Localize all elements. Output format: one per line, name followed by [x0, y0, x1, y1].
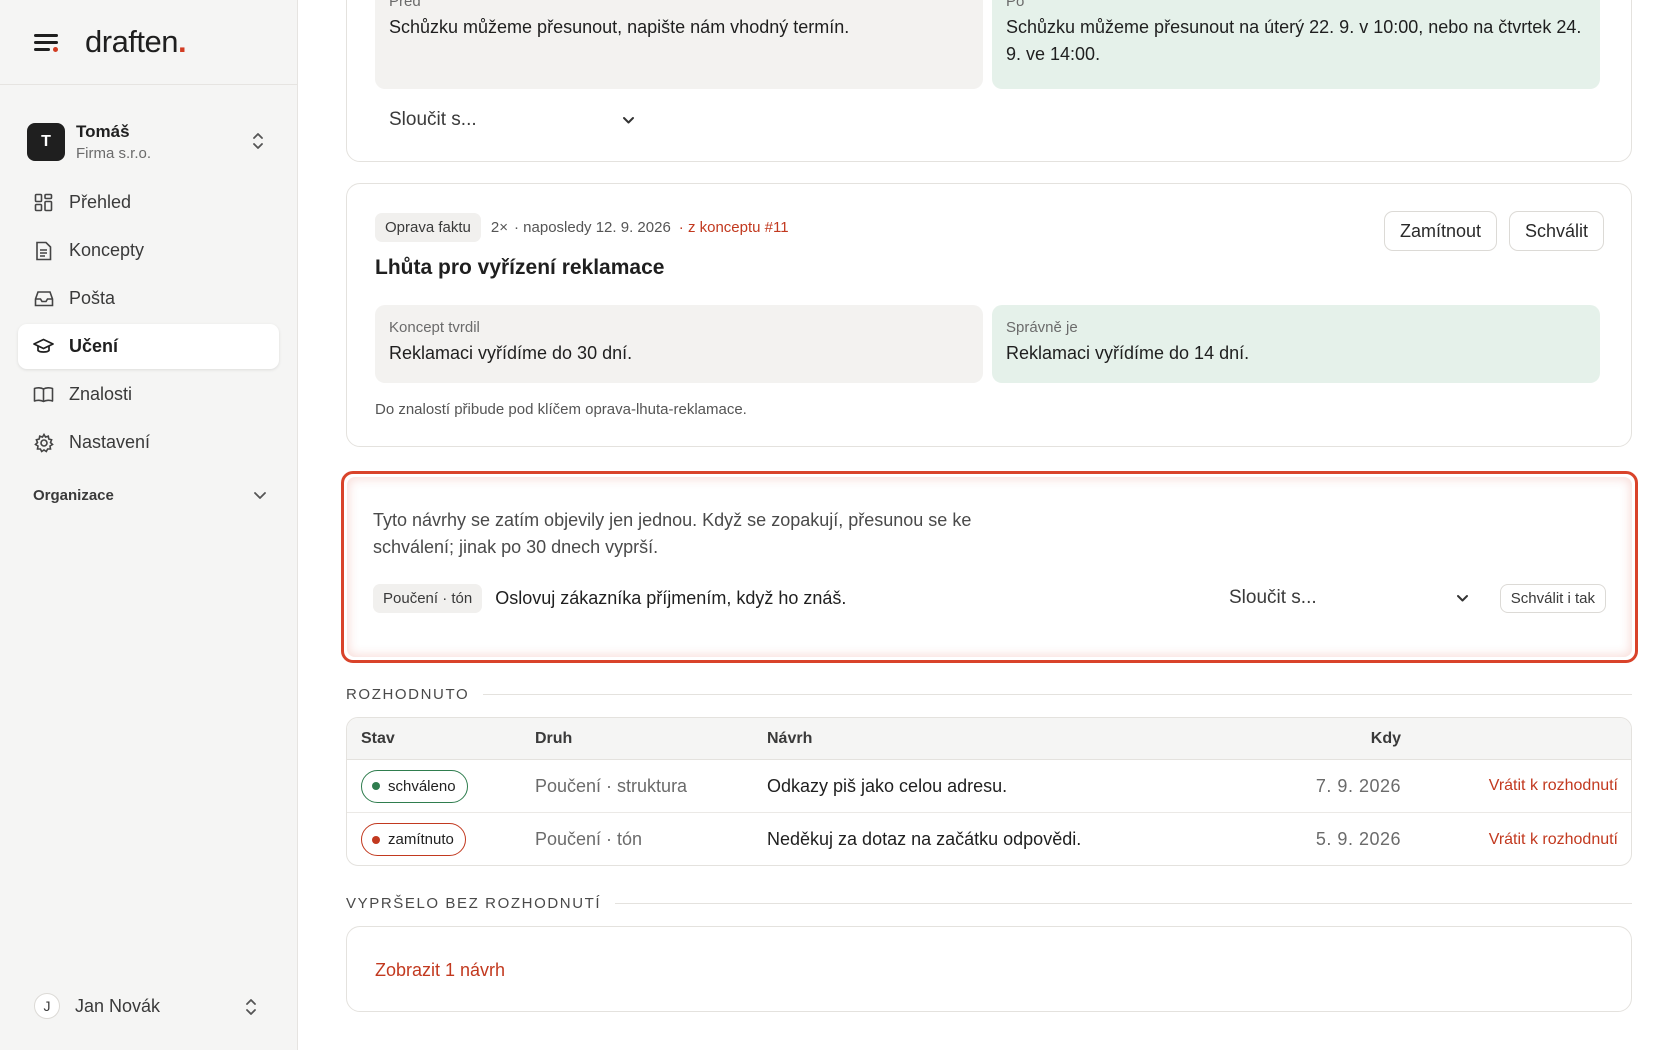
- nav-label: Pošta: [69, 288, 116, 308]
- row-kind: Poučení · tón: [535, 829, 643, 849]
- dashboard-icon: [33, 192, 54, 213]
- nav-label: Znalosti: [69, 384, 133, 404]
- row-proposal: Odkazy piš jako celou adresu.: [767, 775, 1008, 796]
- claimed-box: Koncept tvrdil Reklamaci vyřídíme do 30 …: [375, 305, 983, 383]
- pending-proposals: Tyto návrhy se zatím objevily jen jednou…: [347, 477, 1632, 657]
- book-icon: [33, 384, 54, 405]
- nav-label: Učení: [69, 336, 119, 356]
- account-avatar: T: [27, 123, 65, 161]
- gear-icon: [33, 432, 54, 453]
- correct-label: Správně je: [1006, 319, 1078, 336]
- col-kind: Druh: [535, 729, 573, 747]
- account-switcher[interactable]: T Tomáš Firma s.r.o.: [27, 117, 271, 167]
- nav-item-znalosti[interactable]: Znalosti: [18, 372, 279, 417]
- document-icon: [33, 240, 54, 261]
- decided-heading-text: ROZHODNUTO: [346, 686, 470, 703]
- col-status: Stav: [361, 729, 395, 747]
- chevron-down-icon: [253, 487, 267, 504]
- before-text: Schůzku můžeme přesunout, napište nám vh…: [389, 17, 850, 37]
- reject-button[interactable]: Zamítnout: [1383, 211, 1497, 251]
- nav-item-prehled[interactable]: Přehled: [18, 180, 279, 225]
- return-to-decision-link[interactable]: Vrátit k rozhodnutí: [1489, 760, 1618, 812]
- graduation-cap-icon: [33, 336, 54, 357]
- claimed-label: Koncept tvrdil: [389, 319, 480, 336]
- user-avatar: J: [34, 993, 60, 1019]
- nav-label: Koncepty: [69, 240, 145, 260]
- user-name: Jan Novák: [75, 995, 161, 1016]
- account-company: Firma s.r.o.: [76, 145, 152, 162]
- status-badge: zamítnuto: [361, 823, 466, 856]
- pending-row: Poučení · tón Oslovuj zákazníka příjmení…: [373, 583, 1606, 613]
- table-row: schváleno Poučení · struktura Odkazy piš…: [347, 760, 1631, 813]
- last-seen: · naposledy 12. 9. 2026: [514, 219, 671, 236]
- row-kind: Poučení · struktura: [535, 775, 688, 796]
- after-box: Po Schůzku můžeme přesunout na úterý 22.…: [992, 0, 1600, 89]
- logo-dot: .: [178, 24, 187, 59]
- expired-card: Zobrazit 1 návrh: [346, 926, 1632, 1012]
- sidebar: draften. T Tomáš Firma s.r.o. Přehled Ko…: [0, 0, 298, 1050]
- menu-icon[interactable]: [34, 32, 58, 52]
- pending-description: Tyto návrhy se zatím objevily jen jednou…: [373, 510, 972, 557]
- pending-text: Oslovuj zákazníka příjmením, když ho zná…: [495, 587, 847, 608]
- inbox-icon: [33, 288, 54, 309]
- after-text: Schůzku můžeme přesunout na úterý 22. 9.…: [1006, 17, 1582, 64]
- occurrence-count: 2×: [490, 219, 508, 236]
- fact-meta: Oprava faktu 2× · naposledy 12. 9. 2026 …: [375, 213, 789, 242]
- return-to-decision-link[interactable]: Vrátit k rozhodnutí: [1489, 813, 1618, 865]
- row-date: 7. 9. 2026: [1315, 775, 1401, 796]
- status-badge: schváleno: [361, 769, 468, 803]
- nav-label: Přehled: [69, 192, 132, 212]
- chevron-up-down-icon: [251, 131, 265, 151]
- claimed-text: Reklamaci vyřídíme do 30 dní.: [389, 343, 633, 363]
- nav-item-nastaveni[interactable]: Nastavení: [18, 420, 279, 465]
- approve-button[interactable]: Schválit: [1508, 211, 1604, 251]
- show-expired-link[interactable]: Zobrazit 1 návrh: [375, 960, 505, 981]
- organization-label: Organizace: [33, 487, 114, 504]
- main-nav: Přehled Koncepty Pošta Učení Znalosti Na…: [18, 180, 279, 468]
- table-header: Stav Druh Návrh Kdy: [347, 718, 1631, 760]
- chevron-up-down-icon: [244, 997, 258, 1017]
- table-row: zamítnuto Poučení · tón Neděkuj za dotaz…: [347, 813, 1631, 865]
- account-name: Tomáš: [76, 122, 130, 141]
- proposal-title: Lhůta pro vyřízení reklamace: [375, 256, 665, 279]
- logo[interactable]: draften.: [85, 24, 187, 60]
- expired-heading-text: VYPRŠELO BEZ ROZHODNUTÍ: [346, 895, 602, 912]
- approve-anyway-button[interactable]: Schválit i tak: [1499, 584, 1606, 613]
- decided-heading: ROZHODNUTO: [346, 686, 1632, 703]
- logo-text: draften: [85, 24, 179, 59]
- chevron-down-icon: [1456, 587, 1469, 609]
- after-label: Po: [1006, 0, 1025, 10]
- kind-tag: Poučení · tón: [373, 583, 483, 613]
- proposal-card-before-after: Před Schůzku můžeme přesunout, napište n…: [346, 0, 1632, 162]
- nav-item-uceni[interactable]: Učení: [18, 324, 279, 369]
- brand-bar: draften.: [0, 0, 297, 85]
- merge-select-value: Sloučit s...: [1229, 587, 1317, 608]
- nav-item-posta[interactable]: Pošta: [18, 276, 279, 321]
- decided-table: Stav Druh Návrh Kdy schváleno Poučení · …: [346, 717, 1632, 866]
- knowledge-note: Do znalostí přibude pod klíčem oprava-lh…: [375, 401, 747, 418]
- nav-item-koncepty[interactable]: Koncepty: [18, 228, 279, 273]
- correct-text: Reklamaci vyřídíme do 14 dní.: [1006, 343, 1250, 363]
- user-menu[interactable]: J Jan Novák: [34, 993, 268, 1019]
- row-date: 5. 9. 2026: [1315, 829, 1401, 849]
- kind-tag: Oprava faktu: [375, 213, 481, 242]
- before-label: Před: [389, 0, 421, 10]
- main-content: Před Schůzku můžeme přesunout, napište n…: [298, 0, 1680, 1050]
- organization-toggle[interactable]: Organizace: [33, 487, 267, 504]
- expired-heading: VYPRŠELO BEZ ROZHODNUTÍ: [346, 895, 1632, 912]
- col-proposal: Návrh: [767, 729, 813, 747]
- correct-box: Správně je Reklamaci vyřídíme do 14 dní.: [992, 305, 1600, 383]
- nav-label: Nastavení: [69, 432, 151, 452]
- merge-select[interactable]: Sloučit s...: [1229, 583, 1469, 613]
- before-box: Před Schůzku můžeme přesunout, napište n…: [375, 0, 983, 89]
- row-proposal: Neděkuj za dotaz na začátku odpovědi.: [767, 829, 1082, 849]
- col-when: Kdy: [1370, 729, 1401, 747]
- chevron-down-icon: [622, 109, 635, 131]
- merge-select[interactable]: Sloučit s...: [389, 105, 635, 135]
- source-draft-link[interactable]: · z konceptu #11: [679, 219, 789, 236]
- proposal-card-fact: Oprava faktu 2× · naposledy 12. 9. 2026 …: [346, 183, 1632, 447]
- merge-select-value: Sloučit s...: [389, 109, 477, 130]
